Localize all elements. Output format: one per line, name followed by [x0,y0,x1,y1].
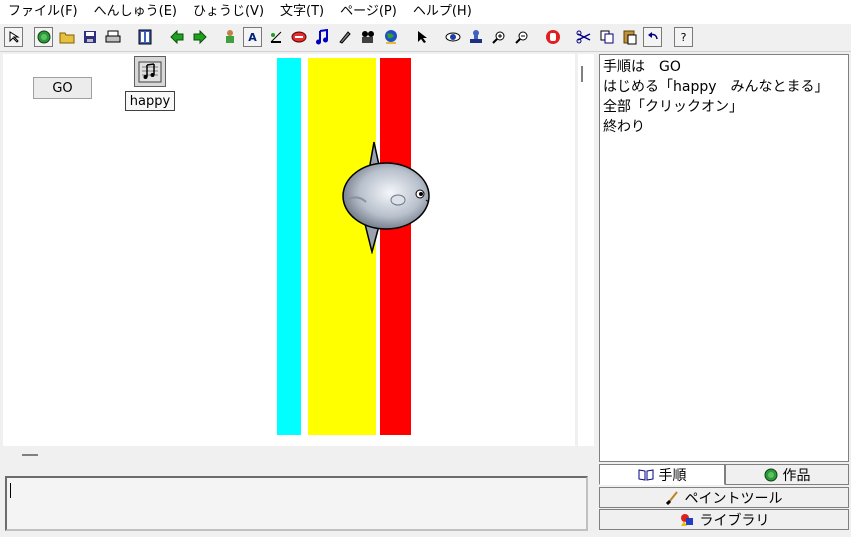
paste-icon[interactable] [620,27,639,47]
button-shape-icon[interactable] [289,27,308,47]
menu-edit[interactable]: へんしゅう(E) [86,0,185,24]
satellite-icon[interactable] [266,27,285,47]
undo-icon[interactable] [643,27,662,47]
character-icon[interactable] [220,27,239,47]
camera-icon[interactable] [358,27,377,47]
menu-text[interactable]: 文字(T) [272,0,332,24]
tab-library-label: ライブラリ [699,512,770,529]
book-icon [638,469,653,481]
script-line[interactable]: 全部「クリックオン」 [603,97,845,117]
menu-view[interactable]: ひょうじ(V) [185,0,272,24]
globe-icon[interactable] [34,27,53,47]
globe-icon [764,468,777,481]
pen-icon[interactable] [335,27,354,47]
stamp-icon[interactable] [466,27,485,47]
music-note-icon[interactable] [312,27,331,47]
sound-label-happy[interactable]: happy [125,91,175,111]
menu-file[interactable]: ファイル(F) [0,0,86,24]
tab-works-label: 作品 [782,467,811,484]
tab-procedure-label: 手順 [658,467,687,484]
shapes-icon [680,514,693,526]
command-input[interactable] [5,476,588,531]
pointer-select-icon[interactable] [4,27,23,47]
sunfish-character[interactable] [336,140,434,254]
tab-paint-tool[interactable]: ペイントツール [599,487,849,508]
text-box-icon[interactable]: A [243,27,262,47]
arrow-right-icon[interactable] [190,27,209,47]
world-icon[interactable] [381,27,400,47]
zoom-out-icon[interactable] [512,27,531,47]
script-line[interactable]: はじめる「happy みんなとまる」 [603,77,845,97]
cursor-icon[interactable] [412,27,431,47]
stripe-cyan [277,58,301,435]
text-caret [10,483,11,498]
stage-canvas[interactable]: GO happy [3,54,575,446]
scissors-icon[interactable] [574,27,593,47]
film-page-icon[interactable] [135,27,154,47]
tab-procedure[interactable]: 手順 [599,464,725,485]
eye-icon[interactable] [443,27,462,47]
save-icon[interactable] [80,27,99,47]
help-button[interactable]: ? [674,27,693,47]
zoom-in-icon[interactable] [489,27,508,47]
toolbar: A ? [0,25,851,52]
stage-vertical-scrollbar[interactable] [578,54,594,446]
script-line[interactable]: 終わり [603,117,845,137]
paintbrush-icon [665,491,678,505]
menu-help[interactable]: ヘルプ(H) [405,0,480,24]
scrollbar-thumb[interactable] [581,66,583,82]
stop-hand-icon[interactable] [543,27,562,47]
script-line[interactable]: 手順は GO [603,57,845,77]
menu-bar: ファイル(F) へんしゅう(E) ひょうじ(V) 文字(T) ページ(P) ヘル… [0,0,851,24]
open-folder-icon[interactable] [57,27,76,47]
copy-icon[interactable] [597,27,616,47]
sound-music-icon[interactable] [134,56,166,87]
go-button[interactable]: GO [33,77,92,99]
print-icon[interactable] [103,27,122,47]
menu-page[interactable]: ページ(P) [332,0,405,24]
script-panel[interactable]: 手順は GO はじめる「happy みんなとまる」 全部「クリックオン」 終わり [599,54,849,462]
tab-library[interactable]: ライブラリ [599,509,849,530]
stage-horizontal-scroll-marker[interactable] [22,454,38,456]
tab-paint-tool-label: ペイントツール [684,490,783,507]
arrow-left-icon[interactable] [167,27,186,47]
tab-works[interactable]: 作品 [725,464,849,485]
